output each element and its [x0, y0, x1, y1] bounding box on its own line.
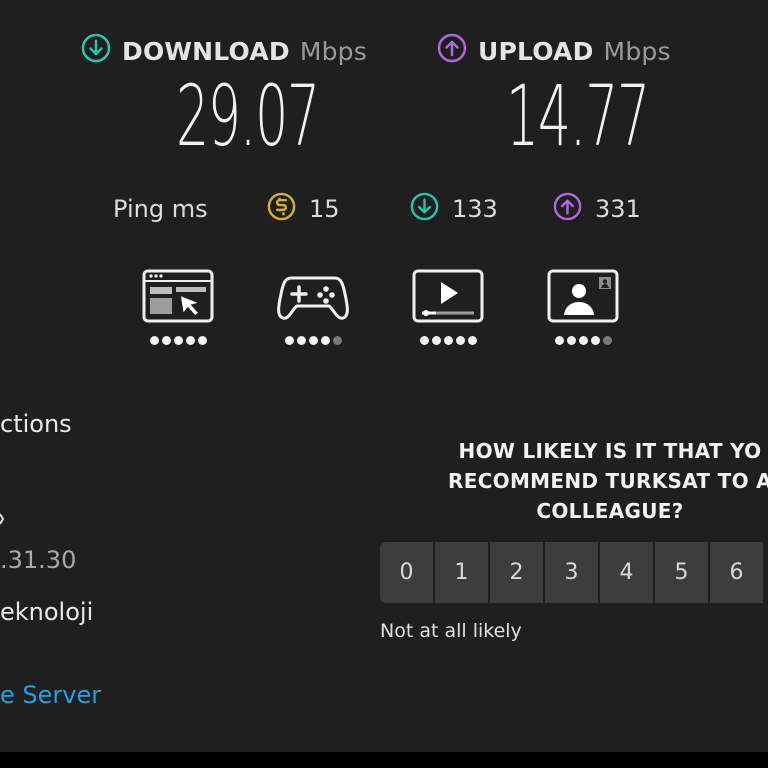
survey-rating-scale: 0 1 2 3 4 5 6 [380, 542, 763, 603]
survey-low-label: Not at all likely [380, 620, 522, 642]
web-browsing-rating [149, 336, 207, 345]
video-streaming-rating [419, 336, 477, 345]
ping-download-value: 133 [452, 195, 498, 223]
use-case-video-streaming [412, 268, 484, 346]
download-arrow-icon [80, 32, 112, 70]
change-server-link[interactable]: e Server [0, 681, 101, 709]
upload-arrow-icon [436, 32, 468, 70]
rating-1-button[interactable]: 1 [435, 542, 488, 603]
connections-label: ctions [0, 410, 72, 438]
video-streaming-icon [412, 268, 484, 328]
download-header: DOWNLOAD Mbps [80, 32, 367, 70]
video-chat-rating [554, 336, 612, 345]
rating-3-button[interactable]: 3 [545, 542, 598, 603]
upload-label: UPLOAD [478, 36, 594, 66]
download-unit: Mbps [299, 36, 367, 66]
survey-question-line: HOW LIKELY IS IT THAT YO [458, 439, 762, 463]
video-chat-icon [547, 268, 619, 328]
ping-idle-icon [266, 191, 297, 228]
use-case-gaming [277, 268, 349, 346]
ping-upload-icon [552, 191, 583, 228]
gaming-icon [277, 268, 349, 328]
upload-header: UPLOAD Mbps [436, 32, 671, 70]
ping-idle: 15 [266, 192, 340, 226]
rating-4-button[interactable]: 4 [600, 542, 653, 603]
rating-5-button[interactable]: 5 [655, 542, 708, 603]
survey-question-line: COLLEAGUE? [536, 499, 684, 523]
upload-speed-value: 14.77 [506, 67, 650, 165]
download-label: DOWNLOAD [122, 36, 290, 66]
ping-label: Ping ms [113, 195, 208, 223]
ping-upload-value: 331 [595, 195, 641, 223]
bottom-bar [0, 752, 768, 768]
rating-0-button[interactable]: 0 [380, 542, 433, 603]
upload-unit: Mbps [603, 36, 671, 66]
ping-upload: 331 [552, 192, 641, 226]
survey-question: HOW LIKELY IS IT THAT YO RECOMMEND TURKS… [430, 436, 768, 526]
rating-6-button[interactable]: 6 [710, 542, 763, 603]
connections-mode-icon[interactable] [0, 508, 5, 528]
ip-address: .31.30 [0, 546, 77, 574]
download-speed-value: 29.07 [176, 67, 320, 165]
ping-download-icon [409, 191, 440, 228]
rating-2-button[interactable]: 2 [490, 542, 543, 603]
use-case-web-browsing [142, 268, 214, 346]
gaming-rating [284, 336, 342, 345]
web-browsing-icon [142, 268, 214, 328]
ping-download: 133 [409, 192, 498, 226]
survey-question-line: RECOMMEND TURKSAT TO A [448, 469, 768, 493]
isp-name: eknoloji [0, 598, 94, 626]
ping-idle-value: 15 [309, 195, 340, 223]
use-case-video-chat [547, 268, 619, 346]
